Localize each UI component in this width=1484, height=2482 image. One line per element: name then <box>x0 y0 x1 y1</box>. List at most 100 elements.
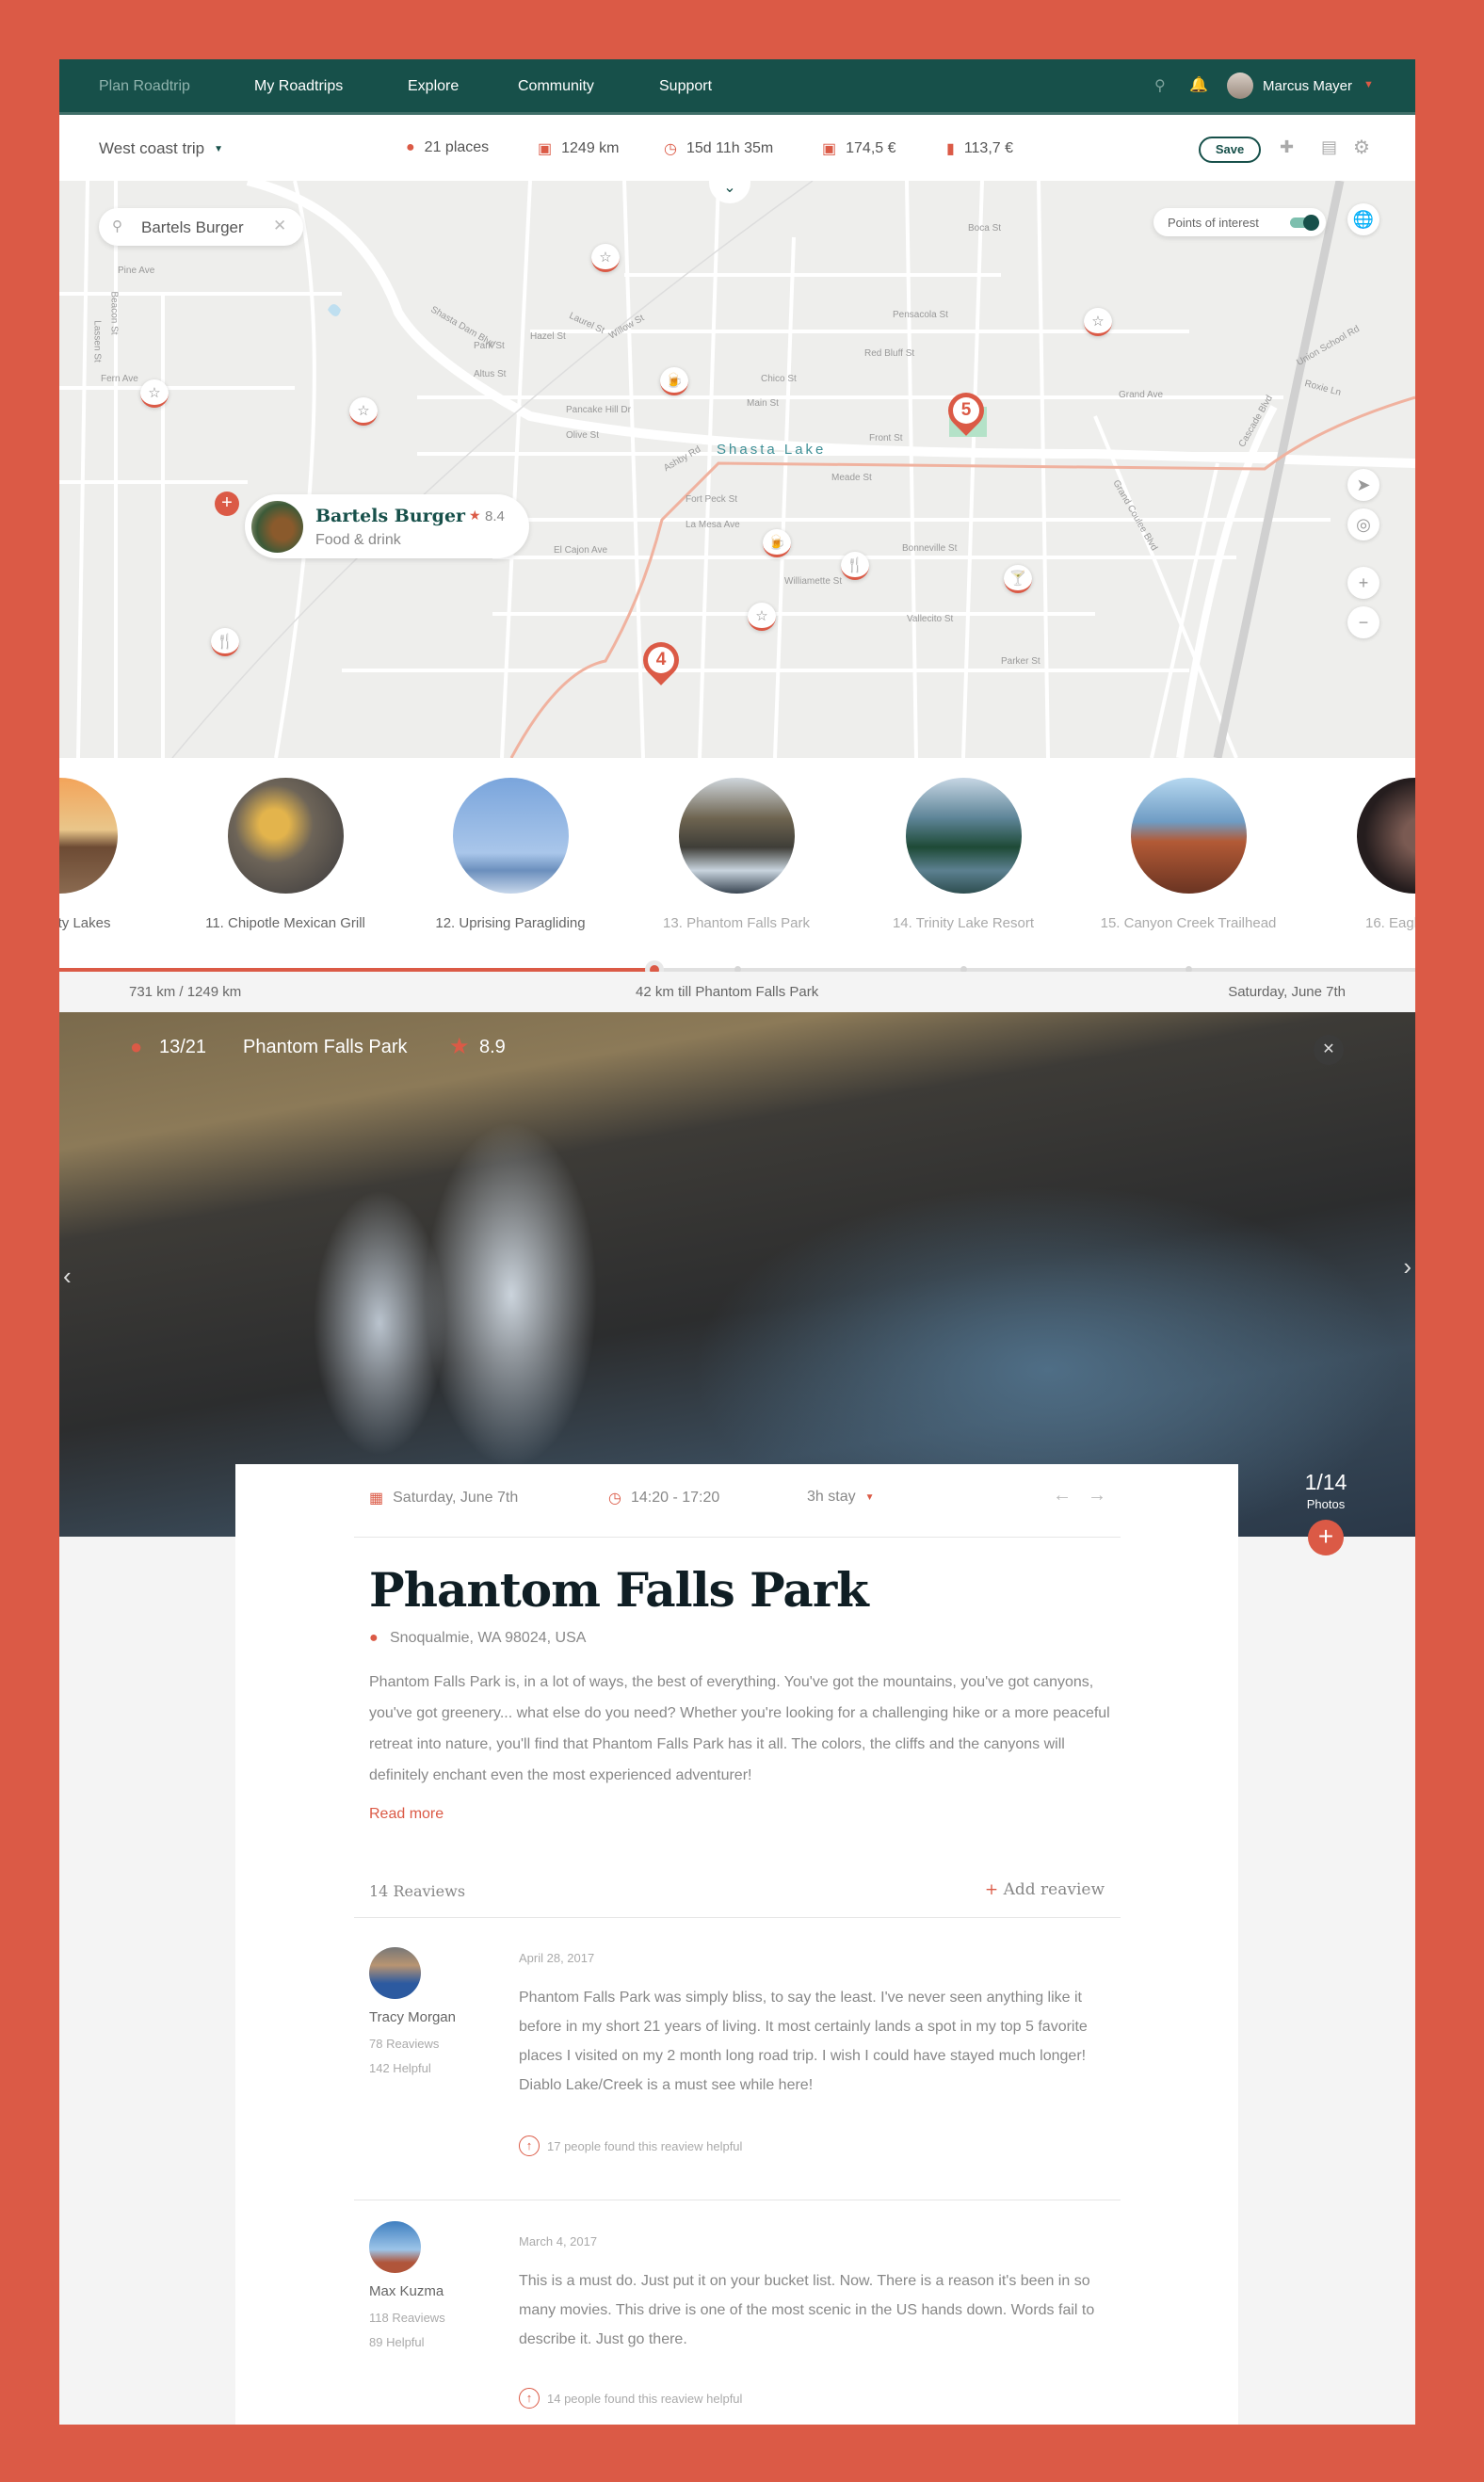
review-text: This is a must do. Just put it on your b… <box>519 2273 1095 2347</box>
clear-search-icon[interactable]: ✕ <box>273 217 286 235</box>
star-poi-icon[interactable]: ☆ <box>1084 308 1112 336</box>
reviews-count: 14 Reaviews <box>369 1882 466 1900</box>
distance-value: 1249 km <box>561 140 620 156</box>
hero-place-name: Phantom Falls Park <box>243 1037 408 1057</box>
street-label: Pine Ave <box>118 266 155 276</box>
stop-item[interactable]: 14. Trinity Lake Resort <box>869 778 1057 934</box>
duration-value: 15d 11h 35m <box>686 140 774 156</box>
restaurant-poi-icon[interactable]: 🍴 <box>841 552 869 580</box>
nav-plan-roadtrip[interactable]: Plan Roadtrip <box>99 78 190 95</box>
stop-photo <box>59 778 118 894</box>
search-icon: ⚲ <box>112 218 122 234</box>
add-review-button[interactable]: + Add reaview <box>985 1880 1105 1899</box>
street-label: Hazel St <box>530 331 566 342</box>
place-hero-gallery[interactable]: ● 13/21 Phantom Falls Park ★ 8.9 ✕ ‹ › 1… <box>59 1012 1415 1537</box>
upvote-icon[interactable]: ↑ <box>519 2135 540 2156</box>
nav-my-roadtrips[interactable]: My Roadtrips <box>254 78 343 95</box>
star-poi-icon[interactable]: ☆ <box>140 379 169 408</box>
clock-icon: ◷ <box>608 1491 621 1507</box>
add-user-icon[interactable]: ✚ <box>1280 137 1294 157</box>
star-poi-icon[interactable]: ☆ <box>748 603 776 631</box>
stop-item[interactable]: 15. Canyon Creek Trailhead <box>1094 778 1282 934</box>
town-label: Shasta Lake <box>717 442 827 458</box>
globe-icon[interactable]: 🌐 <box>1347 203 1379 235</box>
chevron-right-icon[interactable]: › <box>1403 1252 1411 1281</box>
visit-time[interactable]: ◷ 14:20 - 17:20 <box>608 1489 719 1507</box>
close-icon[interactable]: ✕ <box>1314 1035 1344 1065</box>
map[interactable]: Pine Ave Fern Ave Lassen St Beacon St Sh… <box>59 181 1415 758</box>
stop-item[interactable]: 12. Uprising Paragliding <box>416 778 605 934</box>
review-date: April 28, 2017 <box>519 1951 595 1965</box>
place-index: 13/21 <box>159 1037 207 1057</box>
nav-community[interactable]: Community <box>518 78 594 95</box>
upvote-icon[interactable]: ↑ <box>519 2388 540 2409</box>
places-value: 21 places <box>424 139 490 155</box>
stop-name: 15. Canyon Creek Trailhead <box>1100 915 1277 931</box>
chevron-left-icon[interactable]: ‹ <box>63 1262 72 1291</box>
star-poi-icon[interactable]: ☆ <box>349 397 378 426</box>
pin-icon: ● <box>130 1035 143 1058</box>
photo-counter: 1/14 <box>1304 1470 1347 1494</box>
poi-toggle[interactable]: Points of interest <box>1153 208 1326 236</box>
cocktail-poi-icon[interactable]: 🍸 <box>1004 565 1032 593</box>
stops-carousel[interactable]: Trinity Lakes 11. Chipotle Mexican Grill… <box>59 758 1415 968</box>
search-icon[interactable]: ⚲ <box>1154 76 1166 95</box>
nav-support[interactable]: Support <box>659 78 712 95</box>
locate-icon[interactable]: ◎ <box>1347 508 1379 540</box>
add-place-button[interactable]: + <box>215 492 239 516</box>
save-button[interactable]: Save <box>1199 137 1261 163</box>
arrow-left-icon[interactable]: ← <box>1053 1485 1072 1507</box>
stay-dropdown[interactable]: 3h stay ▼ <box>807 1489 875 1506</box>
distance-to-next: 42 km till Phantom Falls Park <box>636 984 819 1000</box>
distance-stat: ▣ 1249 km <box>538 139 620 158</box>
avatar <box>369 2221 421 2273</box>
stop-item[interactable]: 13. Phantom Falls Park <box>642 778 831 934</box>
toggle-track[interactable] <box>1290 215 1319 231</box>
trip-selector[interactable]: West coast trip ▼ <box>99 139 223 158</box>
street-label: Front St <box>869 433 903 443</box>
zoom-in-button[interactable]: + <box>1347 567 1379 599</box>
stop-item[interactable]: Trinity Lakes <box>59 778 153 934</box>
beer-poi-icon[interactable]: 🍺 <box>660 367 688 395</box>
trash-icon[interactable]: ▤ <box>1321 137 1337 157</box>
pin-number: 4 <box>648 647 674 673</box>
stop-item[interactable]: 11. Chipotle Mexican Grill <box>191 778 379 934</box>
user-name[interactable]: Marcus Mayer <box>1263 78 1352 94</box>
current-date: Saturday, June 7th <box>1228 984 1346 1000</box>
poi-toggle-label: Points of interest <box>1168 216 1259 230</box>
star-poi-icon[interactable]: ☆ <box>591 244 620 272</box>
avatar <box>369 1947 421 1999</box>
popup-rating: 8.4 <box>485 508 505 524</box>
navigate-icon[interactable]: ➤ <box>1347 469 1379 501</box>
nav-explore[interactable]: Explore <box>408 78 459 95</box>
zoom-out-button[interactable]: − <box>1347 606 1379 638</box>
chevron-down-icon[interactable]: ▼ <box>1363 79 1374 90</box>
gear-icon[interactable]: ⚙ <box>1353 136 1370 159</box>
street-label: Main St <box>747 398 779 409</box>
avatar[interactable] <box>1227 73 1253 99</box>
arrow-right-icon[interactable]: → <box>1088 1485 1106 1507</box>
place-popup[interactable]: Bartels Burger ★ 8.4 Food & drink <box>245 494 529 558</box>
fuel-stat: ▮ 113,7 € <box>946 139 1013 158</box>
place-address: Snoqualmie, WA 98024, USA <box>390 1630 587 1646</box>
restaurant-poi-icon[interactable]: 🍴 <box>211 628 239 656</box>
beer-poi-icon[interactable]: 🍺 <box>763 529 791 557</box>
stop-name: 16. Eagle Pass <box>1365 915 1415 931</box>
read-more-link[interactable]: Read more <box>369 1806 444 1823</box>
search-input[interactable]: Bartels Burger <box>141 218 244 237</box>
visit-date[interactable]: ▦ Saturday, June 7th <box>369 1489 518 1507</box>
stop-name: 11. Chipotle Mexican Grill <box>205 915 365 931</box>
add-photo-button[interactable]: + <box>1308 1520 1344 1555</box>
street-label: Chico St <box>761 374 797 384</box>
bell-icon[interactable]: 🔔 <box>1189 75 1208 94</box>
reviewer-name[interactable]: Tracy Morgan <box>369 2009 456 2025</box>
app-window: Plan Roadtrip My Roadtrips Explore Commu… <box>59 59 1415 2425</box>
stop-item[interactable]: 16. Eagle Pass <box>1320 778 1415 934</box>
map-search[interactable]: ⚲ Bartels Burger ✕ <box>99 208 303 246</box>
street-label: Bonneville St <box>902 543 958 554</box>
stop-photo <box>905 778 1022 894</box>
review-date: March 4, 2017 <box>519 2234 598 2248</box>
stop-photo <box>227 778 344 894</box>
street-label: Beacon St <box>108 291 120 335</box>
reviewer-name[interactable]: Max Kuzma <box>369 2283 444 2299</box>
